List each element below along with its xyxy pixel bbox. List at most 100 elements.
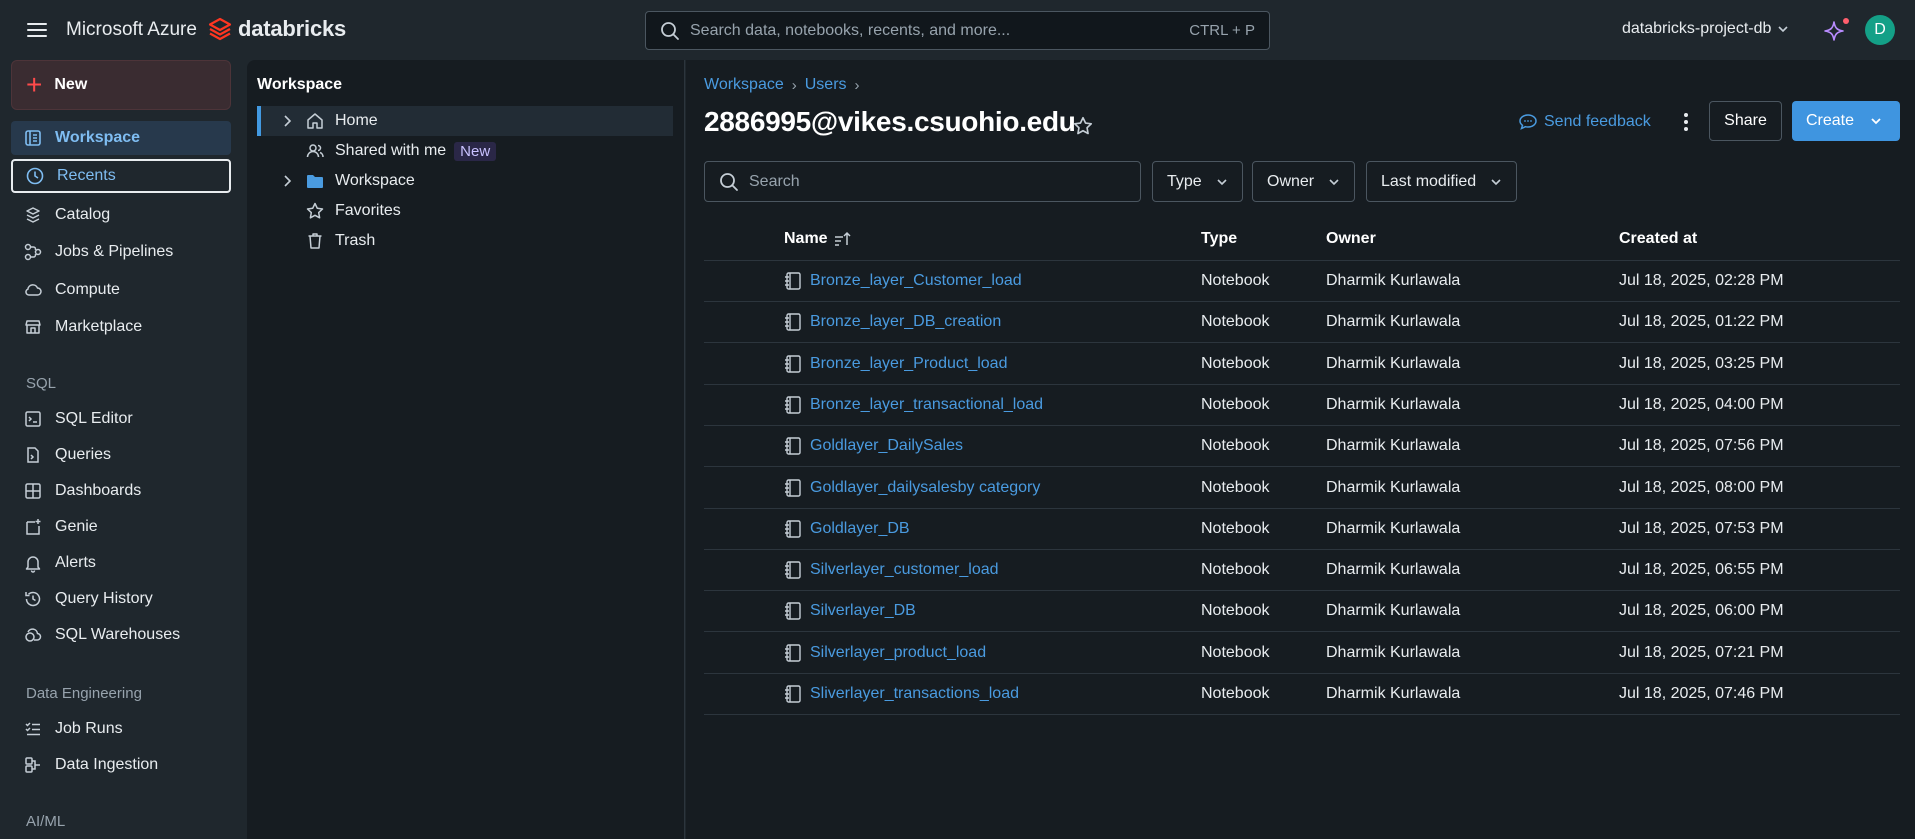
notebook-name-link[interactable]: Goldlayer_dailysalesby category — [784, 478, 1040, 498]
table-row[interactable]: Silverlayer_customer_load Notebook Dharmik… — [704, 550, 1900, 592]
column-header-owner[interactable]: Owner — [1326, 230, 1376, 248]
notebook-name-link[interactable]: Bronze_layer_DB_creation — [784, 312, 1001, 332]
filter-label: Type — [1167, 172, 1202, 190]
chevron-right-icon[interactable] — [279, 173, 295, 189]
filter-search-input[interactable]: Search — [704, 161, 1141, 202]
catalog-icon — [26, 207, 40, 223]
sidebar-item-compute[interactable]: Compute — [11, 273, 231, 307]
notebook-name[interactable]: Sliverlayer_transactions_load — [810, 685, 1019, 703]
workspace-selector[interactable]: databricks-project-db — [1622, 20, 1789, 38]
sidebar-item-catalog[interactable]: Catalog — [11, 198, 231, 232]
notebook-name-link[interactable]: Goldlayer_DB — [784, 519, 910, 539]
brand-microsoft-azure: Microsoft Azure — [66, 19, 197, 40]
search-icon — [720, 172, 738, 191]
table-row[interactable]: Sliverlayer_transactions_load Notebook Dha… — [704, 674, 1900, 715]
notebook-name-link[interactable]: Bronze_layer_transactional_load — [784, 395, 1043, 415]
databricks-logo[interactable]: databricks — [208, 16, 346, 42]
column-header-name[interactable]: Name — [784, 230, 852, 248]
sidebar-item-sql-warehouses[interactable]: SQL Warehouses — [11, 618, 231, 652]
hamburger-icon[interactable] — [26, 19, 48, 41]
notebook-name[interactable]: Bronze_layer_DB_creation — [810, 313, 1001, 331]
table-row[interactable]: Silverlayer_product_load Notebook Dharmik … — [704, 633, 1900, 674]
history-icon — [25, 591, 41, 607]
row-type: Notebook — [1201, 313, 1270, 331]
sidebar-item-marketplace[interactable]: Marketplace — [11, 310, 231, 344]
global-search-input[interactable]: Search data, notebooks, recents, and mor… — [645, 11, 1270, 50]
row-type: Notebook — [1201, 561, 1270, 579]
notebook-name-link[interactable]: Silverlayer_DB — [784, 601, 916, 621]
column-header-created-at[interactable]: Created at — [1619, 230, 1697, 248]
sidebar-item-data-ingestion[interactable]: Data Ingestion — [11, 748, 231, 782]
table-row[interactable]: Bronze_layer_DB_creation Notebook Dharmik … — [704, 302, 1900, 344]
table-row[interactable]: Bronze_layer_Customer_load Notebook Dharmi… — [704, 261, 1900, 302]
sidebar-item-jobs-pipelines[interactable]: Jobs & Pipelines — [11, 235, 231, 269]
table-row[interactable]: Goldlayer_DailySales Notebook Dharmik Kurl… — [704, 426, 1900, 468]
sidebar-item-dashboards[interactable]: Dashboards — [11, 474, 231, 508]
notebook-name[interactable]: Goldlayer_dailysalesby category — [810, 479, 1040, 497]
sort-ascending-icon[interactable] — [834, 231, 852, 247]
sidebar-item-genie[interactable]: Genie — [11, 510, 231, 544]
sidebar-item-workspace[interactable]: Workspace — [11, 121, 231, 155]
user-avatar[interactable]: D — [1865, 15, 1895, 45]
sidebar-item-sql-editor[interactable]: SQL Editor — [11, 402, 231, 436]
share-button[interactable]: Share — [1709, 101, 1782, 141]
notebook-name[interactable]: Silverlayer_customer_load — [810, 561, 999, 579]
notebook-name[interactable]: Bronze_layer_Customer_load — [810, 272, 1022, 290]
assistant-sparkle-icon[interactable] — [1823, 20, 1845, 42]
table-row[interactable]: Goldlayer_dailysalesby category Notebook D… — [704, 468, 1900, 509]
filter-type-dropdown[interactable]: Type — [1152, 161, 1243, 202]
new-button[interactable]: + New — [11, 60, 231, 110]
tree-item-favorites[interactable]: Favorites — [257, 196, 673, 226]
sidebar-item-job-runs[interactable]: Job Runs — [11, 712, 231, 746]
row-created-at: Jul 18, 2025, 07:46 PM — [1619, 685, 1784, 702]
tree-item-workspace[interactable]: Workspace — [257, 166, 673, 196]
notebook-name[interactable]: Bronze_layer_transactional_load — [810, 396, 1043, 414]
notification-dot — [1843, 18, 1849, 24]
sidebar-item-alerts[interactable]: Alerts — [11, 546, 231, 580]
tree-item-trash[interactable]: Trash — [257, 226, 673, 256]
sidebar-section-sql: SQL — [26, 375, 57, 392]
notebook-name-link[interactable]: Bronze_layer_Product_load — [784, 354, 1007, 374]
notebook-name[interactable]: Goldlayer_DailySales — [810, 437, 963, 455]
sidebar-item-label: Compute — [55, 281, 120, 298]
table-row[interactable]: Bronze_layer_transactional_load Notebook D… — [704, 385, 1900, 426]
tree-item-shared-with-me[interactable]: Shared with me New — [257, 136, 673, 166]
chevron-right-icon[interactable] — [279, 113, 295, 129]
filter-last-modified-dropdown[interactable]: Last modified — [1366, 161, 1518, 202]
pipelines-icon — [24, 243, 42, 261]
sidebar-item-recents[interactable]: Recents — [11, 159, 231, 193]
notebook-icon — [785, 313, 801, 331]
notebook-name-link[interactable]: Sliverlayer_transactions_load — [784, 684, 1019, 704]
more-options-icon[interactable] — [1676, 110, 1696, 134]
sidebar-item-query-history[interactable]: Query History — [11, 582, 231, 616]
sidebar-item-label: Dashboards — [55, 482, 142, 499]
send-feedback-link[interactable]: Send feedback — [1518, 112, 1651, 132]
row-created-at: Jul 18, 2025, 01:22 PM — [1619, 313, 1784, 331]
table-row[interactable]: Goldlayer_DB Notebook Dharmik Kurlawala Jul… — [704, 509, 1900, 550]
table-row[interactable]: Silverlayer_DB Notebook Dharmik Kurlawala J… — [704, 591, 1900, 633]
sql-editor-icon — [25, 411, 41, 427]
filter-owner-dropdown[interactable]: Owner — [1252, 161, 1356, 202]
notebook-icon — [785, 437, 801, 455]
notebook-name[interactable]: Goldlayer_DB — [810, 520, 910, 538]
notebook-name-link[interactable]: Silverlayer_customer_load — [784, 560, 999, 580]
sidebar-item-label: Genie — [55, 518, 98, 535]
chevron-down-icon — [1329, 178, 1339, 185]
breadcrumb-workspace[interactable]: Workspace — [704, 76, 784, 94]
create-button[interactable]: Create — [1792, 101, 1900, 141]
table-row[interactable]: Bronze_layer_Product_load Notebook Dharmik… — [704, 344, 1900, 385]
notebook-name-link[interactable]: Bronze_layer_Customer_load — [784, 271, 1022, 291]
sidebar-item-label: SQL Warehouses — [55, 626, 181, 643]
notebook-name[interactable]: Bronze_layer_Product_load — [810, 355, 1007, 373]
notebook-name[interactable]: Silverlayer_DB — [810, 602, 916, 620]
clock-icon — [26, 167, 44, 185]
notebook-name-link[interactable]: Silverlayer_product_load — [784, 643, 986, 663]
favorite-star-icon[interactable] — [1072, 115, 1094, 137]
row-owner: Dharmik Kurlawala — [1326, 602, 1461, 620]
breadcrumb-users[interactable]: Users — [805, 76, 847, 94]
notebook-name-link[interactable]: Goldlayer_DailySales — [784, 436, 963, 456]
column-header-type[interactable]: Type — [1201, 230, 1237, 248]
notebook-name[interactable]: Silverlayer_product_load — [810, 644, 986, 662]
sidebar-item-queries[interactable]: Queries — [11, 438, 231, 472]
tree-item-home[interactable]: Home — [257, 106, 673, 136]
